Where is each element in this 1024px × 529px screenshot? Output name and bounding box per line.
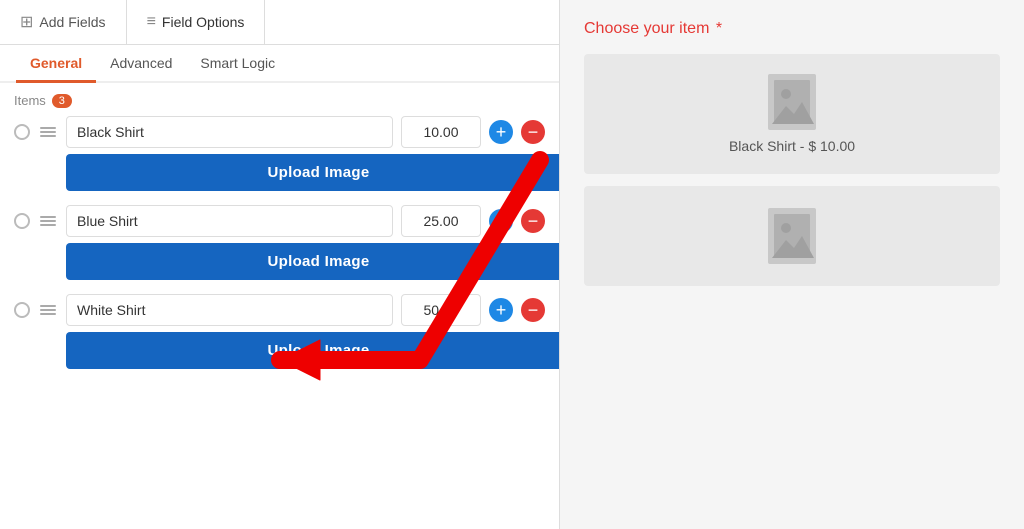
upload-image-btn-2[interactable]: Upload Image [66,243,559,280]
item-name-1[interactable] [66,116,393,148]
field-options-label: Field Options [162,14,244,30]
upload-image-btn-3[interactable]: Upload Image [66,332,559,369]
subtab-advanced[interactable]: Advanced [96,45,186,81]
items-area: Items 3 + − Upload Image [0,83,559,529]
item-controls-2: + − [14,205,545,237]
item-controls-1: + − [14,116,545,148]
items-header: Items 3 [14,93,545,108]
preview-image-placeholder-1 [768,74,816,130]
upload-btn-wrap-1: Upload Image [14,154,545,191]
drag-handle-3[interactable] [38,303,58,317]
drag-handle-2[interactable] [38,214,58,228]
top-tabs: ⊞ Add Fields ≡ Field Options [0,0,559,45]
item-remove-btn-3[interactable]: − [521,298,545,322]
preview-item-1[interactable]: Black Shirt - $ 10.00 [584,54,1000,174]
upload-image-btn-1[interactable]: Upload Image [66,154,559,191]
item-add-btn-2[interactable]: + [489,209,513,233]
sub-tabs: General Advanced Smart Logic [0,45,559,83]
drag-handle-1[interactable] [38,125,58,139]
upload-btn-wrap-3: Upload Image [14,332,545,369]
item-remove-btn-1[interactable]: − [521,120,545,144]
upload-btn-wrap-2: Upload Image [14,243,545,280]
item-price-2[interactable] [401,205,481,237]
preview-item-label-1: Black Shirt - $ 10.00 [729,138,855,154]
subtab-smart-logic[interactable]: Smart Logic [186,45,289,81]
item-remove-btn-2[interactable]: − [521,209,545,233]
left-panel: ⊞ Add Fields ≡ Field Options General Adv… [0,0,560,529]
tab-add-fields[interactable]: ⊞ Add Fields [0,0,127,44]
add-fields-icon: ⊞ [20,12,33,32]
item-radio-1[interactable] [14,124,30,140]
item-price-3[interactable] [401,294,481,326]
preview-image-placeholder-2 [768,208,816,264]
right-panel: Choose your item * Black Shirt - $ 10.00 [560,0,1024,529]
field-options-icon: ≡ [147,13,156,31]
preview-item-2[interactable] [584,186,1000,286]
subtab-general[interactable]: General [16,45,96,81]
item-radio-3[interactable] [14,302,30,318]
item-add-btn-1[interactable]: + [489,120,513,144]
add-fields-label: Add Fields [39,14,105,30]
tab-field-options[interactable]: ≡ Field Options [127,0,266,44]
item-name-2[interactable] [66,205,393,237]
item-controls-3: + − [14,294,545,326]
items-badge: 3 [52,94,72,108]
item-add-btn-3[interactable]: + [489,298,513,322]
item-row-3: + − Upload Image [14,294,545,369]
preview-title: Choose your item * [584,20,1000,38]
item-price-1[interactable] [401,116,481,148]
item-row-1: + − Upload Image [14,116,545,191]
item-row-2: + − Upload Image [14,205,545,280]
item-radio-2[interactable] [14,213,30,229]
item-name-3[interactable] [66,294,393,326]
